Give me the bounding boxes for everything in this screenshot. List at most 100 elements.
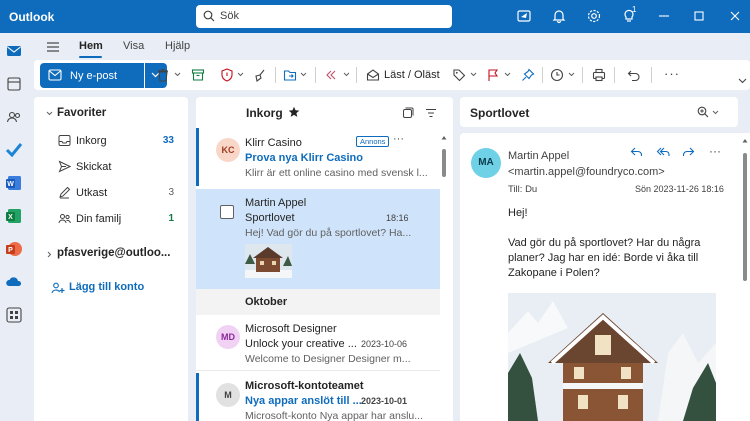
send-icon (58, 160, 71, 173)
scroll-up-icon[interactable] (742, 138, 748, 143)
archive-icon[interactable] (191, 68, 205, 82)
email-body-line: Vad gör du på sportlovet? Har du några (508, 237, 701, 249)
print-icon[interactable] (592, 68, 606, 82)
snooze-clock-icon[interactable] (550, 68, 564, 82)
reply-all-icon[interactable] (325, 68, 339, 82)
inbox-icon (58, 135, 71, 146)
chevron-down-icon[interactable] (568, 72, 575, 77)
apps-icon[interactable] (5, 306, 23, 324)
select-checkbox[interactable] (220, 205, 234, 219)
tag-icon[interactable] (452, 68, 466, 82)
email-image[interactable] (508, 293, 716, 421)
chevron-down-icon[interactable] (237, 72, 244, 77)
pin-icon[interactable] (521, 68, 535, 82)
scrollbar-thumb[interactable] (442, 149, 446, 177)
list-item[interactable]: MD Microsoft Designer Unlock your creati… (196, 316, 440, 371)
bell-icon[interactable] (551, 8, 567, 24)
forward-icon[interactable] (682, 146, 695, 158)
account-name[interactable]: pfasverige@outloo... (57, 247, 170, 259)
sent-date: Sön 2023-11-26 18:16 (635, 184, 724, 194)
unread-count: 33 (162, 135, 174, 146)
word-icon[interactable]: W (5, 174, 23, 192)
folder-name: Skickat (76, 161, 112, 173)
toolbar-divider (651, 67, 652, 83)
chevron-right-icon[interactable] (47, 251, 52, 258)
my-day-icon[interactable] (516, 8, 532, 24)
image-thumbnail[interactable] (245, 244, 292, 278)
person-add-icon (51, 282, 65, 294)
list-item[interactable]: KC Klirr Casino Annons ··· Prova nya Kli… (196, 128, 440, 186)
chevron-down-icon[interactable] (470, 72, 477, 77)
gear-icon[interactable] (586, 8, 602, 24)
onedrive-icon[interactable] (5, 273, 23, 291)
more-options-icon[interactable]: ··· (664, 66, 680, 81)
folder-skickat[interactable]: Skickat (58, 156, 178, 178)
minimize-icon[interactable] (657, 9, 671, 23)
new-mail-label: Ny e-post (70, 70, 118, 82)
zoom-icon[interactable] (697, 106, 709, 118)
mail-icon[interactable] (5, 42, 23, 60)
people-icon[interactable] (5, 108, 23, 126)
message-subject: Nya appar anslöt till ... (245, 395, 362, 407)
more-options-icon[interactable]: ··· (393, 133, 404, 145)
chevron-down-icon[interactable] (738, 78, 747, 84)
hamburger-menu-icon[interactable] (46, 41, 60, 53)
scrollbar-thumb[interactable] (743, 153, 747, 281)
undo-icon[interactable] (627, 68, 641, 82)
svg-text:X: X (8, 214, 13, 221)
reply-icon[interactable] (630, 146, 643, 158)
folder-din-familj[interactable]: Din familj 1 (58, 208, 178, 230)
sweep-icon[interactable] (253, 68, 267, 82)
chevron-down-icon[interactable] (712, 110, 719, 115)
close-icon[interactable] (728, 9, 742, 23)
toolbar-divider (542, 67, 543, 83)
sender-email[interactable]: <martin.appel@foundryco.com> (508, 166, 665, 178)
select-mode-icon[interactable] (402, 107, 414, 119)
list-item[interactable]: M Microsoft-kontoteamet Nya appar anslöt… (196, 373, 440, 421)
chevron-down-icon[interactable] (174, 72, 181, 77)
sender-avatar: MA (471, 148, 501, 178)
draft-icon (59, 186, 71, 199)
toolbar-divider (614, 67, 615, 83)
chevron-down-icon[interactable] (46, 111, 53, 116)
message-date: 2023-10-06 (361, 339, 408, 349)
reply-all-icon[interactable] (656, 146, 670, 158)
avatar: KC (216, 138, 240, 162)
list-item[interactable]: Martin Appel Sportlovet 18:16 Hej! Vad g… (196, 189, 440, 289)
new-mail-button[interactable]: Ny e-post (40, 63, 144, 88)
filter-icon[interactable] (425, 108, 437, 118)
delete-icon[interactable] (156, 68, 170, 82)
tab-hjalp[interactable]: Hjälp (165, 40, 190, 52)
report-shield-icon[interactable] (220, 68, 234, 82)
unread-count: 1 (168, 213, 174, 224)
reading-pane: MA Martin Appel <martin.appel@foundryco.… (460, 133, 750, 421)
message-preview: Microsoft-konto Nya appar har anslu... (245, 410, 423, 421)
folder-utkast[interactable]: Utkast 3 (58, 182, 178, 204)
message-subject: Unlock your creative ... (245, 338, 357, 350)
date-group-label: Oktober (245, 296, 288, 308)
todo-icon[interactable] (5, 141, 23, 159)
powerpoint-icon[interactable]: P (5, 240, 23, 258)
favorites-header[interactable]: Favoriter (57, 107, 106, 119)
tab-visa[interactable]: Visa (123, 40, 144, 52)
folder-inkorg[interactable]: Inkorg 33 (58, 130, 178, 152)
scroll-up-icon[interactable] (441, 135, 447, 140)
excel-icon[interactable]: X (5, 207, 23, 225)
ad-badge: Annons (356, 136, 390, 147)
chevron-down-icon[interactable] (343, 72, 350, 77)
chevron-down-icon[interactable] (300, 72, 307, 77)
message-sender: Klirr Casino (245, 137, 302, 149)
read-unread-label[interactable]: Läst / Oläst (384, 69, 440, 81)
search-input[interactable]: Sök (196, 5, 452, 28)
flag-icon[interactable] (486, 68, 500, 82)
envelope-open-icon[interactable] (366, 68, 380, 82)
star-icon[interactable] (288, 106, 300, 118)
sender-name[interactable]: Martin Appel (508, 150, 569, 162)
calendar-icon[interactable] (5, 75, 23, 93)
tab-hem[interactable]: Hem (79, 40, 103, 52)
maximize-icon[interactable] (692, 9, 706, 23)
move-to-folder-icon[interactable] (283, 68, 297, 82)
more-options-icon[interactable]: ··· (709, 144, 721, 158)
folder-pane: Favoriter Inkorg 33 Skickat Utkast 3 Din… (34, 97, 188, 421)
chevron-down-icon[interactable] (504, 72, 511, 77)
